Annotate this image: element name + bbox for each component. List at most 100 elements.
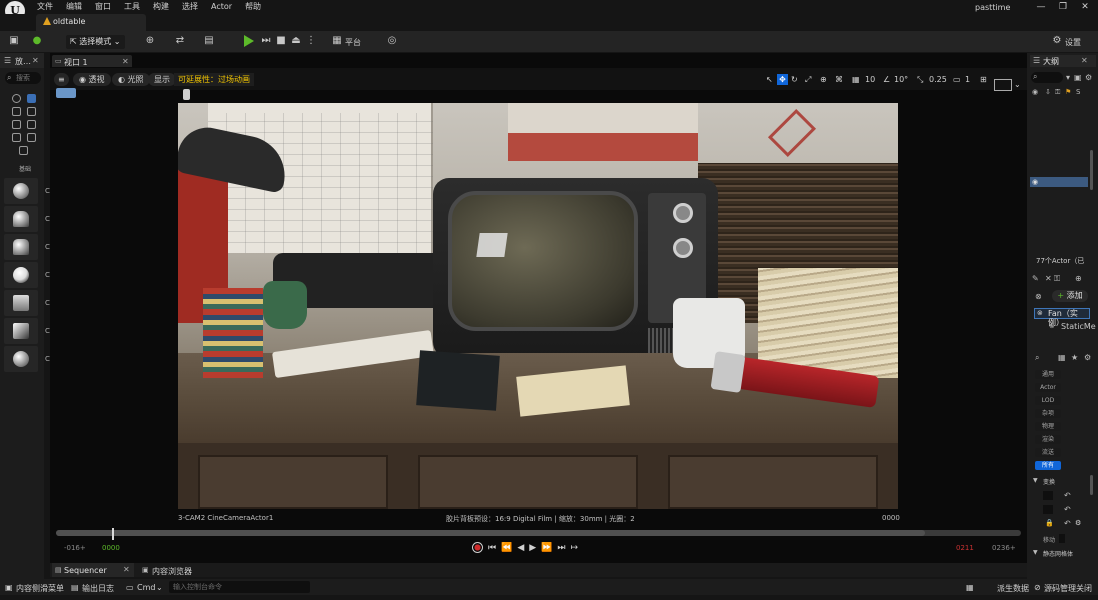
- add-folder-icon[interactable]: ▣: [1074, 73, 1082, 82]
- mobility-selector[interactable]: [1059, 534, 1065, 543]
- details-pencil-icon[interactable]: ✎: [1032, 274, 1039, 283]
- step-forward-icon[interactable]: ⏩: [541, 543, 552, 553]
- settings-button[interactable]: 设置: [1065, 37, 1081, 48]
- grid-snap-value[interactable]: 10: [865, 75, 875, 84]
- world-space-icon[interactable]: ⊕: [820, 75, 827, 84]
- viewport-layout-icon[interactable]: [994, 79, 1012, 91]
- visibility-icon[interactable]: ◉: [1032, 178, 1038, 186]
- place-actors-search[interactable]: ⌕ 搜索: [5, 72, 41, 84]
- stop-icon[interactable]: ■: [274, 35, 288, 47]
- cmd-dropdown[interactable]: Cmd: [137, 583, 155, 592]
- menu-actor[interactable]: Actor: [211, 1, 232, 13]
- menu-file[interactable]: 文件: [37, 1, 53, 13]
- outliner-selected-row[interactable]: [1030, 177, 1088, 187]
- expand-arrow-icon[interactable]: ▼: [1033, 549, 1038, 556]
- all-classes-category-icon[interactable]: [27, 133, 36, 142]
- geometry-category-icon[interactable]: [27, 120, 36, 129]
- outliner-search[interactable]: ⌕: [1031, 72, 1063, 83]
- platform-label[interactable]: 平台: [345, 37, 361, 48]
- favorite-star-icon[interactable]: ★: [1071, 353, 1078, 362]
- grid-view-icon[interactable]: ▦: [1058, 353, 1066, 362]
- source-control-button[interactable]: 源码管理关闭: [1044, 583, 1092, 594]
- scalability-warning[interactable]: 可延展性：过场动画: [174, 73, 254, 86]
- filter-all[interactable]: 所有: [1035, 461, 1061, 470]
- select-mode-dropdown[interactable]: ⇱ 选择模式 ⌄: [66, 35, 125, 49]
- source-control-icon[interactable]: ●: [30, 35, 44, 47]
- platform-icon[interactable]: ▦: [330, 35, 344, 47]
- play-icon[interactable]: [244, 35, 254, 47]
- scale-link-icon[interactable]: ⚙: [1075, 519, 1081, 527]
- add-content-icon[interactable]: ⊕: [143, 35, 157, 47]
- menu-edit[interactable]: 编辑: [66, 1, 82, 13]
- place-item-sphere[interactable]: [4, 346, 38, 372]
- place-item-point-light[interactable]: [4, 262, 38, 288]
- grid-snap-icon[interactable]: ▦: [852, 75, 860, 84]
- scale-snap-value[interactable]: 0.25: [929, 75, 947, 84]
- viewport-tab-close-icon[interactable]: ✕: [122, 57, 129, 66]
- loop-icon[interactable]: ↦: [571, 543, 579, 553]
- minimize-icon[interactable]: —: [1030, 2, 1052, 12]
- location-field[interactable]: [1043, 491, 1053, 500]
- eject-icon[interactable]: ⏏: [289, 35, 303, 47]
- reset-rotation-icon[interactable]: ↶: [1064, 505, 1071, 514]
- details-lock-icon[interactable]: ⚿: [1054, 274, 1060, 284]
- search-icon[interactable]: ⌕: [1035, 353, 1039, 363]
- jump-to-end-icon[interactable]: ⏭: [557, 543, 565, 553]
- console-command-input[interactable]: 输入控制台命令: [169, 581, 310, 593]
- scale-lock-icon[interactable]: 🔒: [1045, 519, 1054, 527]
- menu-window[interactable]: 窗口: [95, 1, 111, 13]
- filter-icon[interactable]: ▾: [1066, 73, 1070, 82]
- outliner-column-header[interactable]: S: [1076, 88, 1080, 96]
- visual-effects-category-icon[interactable]: [12, 120, 21, 129]
- menu-help[interactable]: 帮助: [245, 1, 261, 13]
- show-button[interactable]: 显示: [148, 73, 176, 86]
- surface-snap-icon[interactable]: ⌘: [835, 75, 843, 84]
- component-row-fan[interactable]: ⊗ Fan（实例）: [1034, 308, 1090, 327]
- record-icon[interactable]: [472, 542, 483, 553]
- rotation-field[interactable]: [1043, 505, 1053, 514]
- filter-rendering[interactable]: 渲染: [1035, 435, 1061, 444]
- pin-column-icon[interactable]: ⇩: [1045, 88, 1051, 96]
- reset-location-icon[interactable]: ↶: [1064, 491, 1071, 500]
- translate-tool-icon[interactable]: ✥: [777, 74, 788, 85]
- filter-actor[interactable]: Actor: [1035, 383, 1061, 392]
- blueprint-icon[interactable]: ⇄: [173, 35, 187, 47]
- sequencer-close-icon[interactable]: ✕: [123, 565, 130, 574]
- cinematics-icon[interactable]: ▤: [202, 35, 216, 47]
- outliner-scrollbar[interactable]: [1090, 150, 1093, 190]
- place-item-character[interactable]: [4, 206, 38, 232]
- jump-to-start-icon[interactable]: ⏮: [488, 543, 496, 553]
- place-item-actor[interactable]: [4, 178, 38, 204]
- outliner-close-icon[interactable]: ✕: [1081, 56, 1088, 65]
- reset-scale-icon[interactable]: ↶: [1064, 519, 1071, 528]
- cinematic-category-icon[interactable]: [27, 107, 36, 116]
- place-item-player-start[interactable]: [4, 290, 38, 316]
- gear-icon[interactable]: ⚙: [1050, 35, 1064, 47]
- component-row-static-mesh[interactable]: StaticMe: [1061, 322, 1096, 331]
- close-icon[interactable]: ✕: [1074, 2, 1096, 12]
- perspective-button[interactable]: ◉ 透视: [73, 73, 111, 86]
- shapes-category-icon[interactable]: [19, 146, 28, 155]
- menu-build[interactable]: 构建: [153, 1, 169, 13]
- add-component-button[interactable]: + 添加: [1052, 290, 1088, 302]
- chevron-down-icon[interactable]: ⌄: [1014, 80, 1021, 89]
- rotate-tool-icon[interactable]: ↻: [791, 75, 798, 84]
- timeline-end-marker[interactable]: 0211: [956, 544, 974, 552]
- left-tab-close-icon[interactable]: ✕: [32, 56, 39, 65]
- filter-misc[interactable]: 杂项: [1035, 409, 1061, 418]
- timeline-end[interactable]: 0236+: [992, 544, 1016, 552]
- place-item-pawn[interactable]: [4, 234, 38, 260]
- viewport-options-button[interactable]: ≡: [54, 73, 69, 86]
- rotation-snap-value[interactable]: 10°: [894, 75, 908, 84]
- restore-icon[interactable]: ❐: [1052, 2, 1074, 12]
- outliner-settings-icon[interactable]: ⚙: [1085, 73, 1092, 82]
- lit-button[interactable]: ◐ 光照: [112, 73, 150, 86]
- timeline-playhead[interactable]: [112, 528, 114, 540]
- filter-streaming[interactable]: 流送: [1035, 448, 1061, 457]
- derived-data-button[interactable]: 派生数据: [997, 583, 1029, 594]
- place-item-cube[interactable]: [4, 318, 38, 344]
- menu-select[interactable]: 选择: [182, 1, 198, 13]
- transform-section-label[interactable]: 变换: [1043, 477, 1055, 486]
- tab-content-browser[interactable]: 内容浏览器: [152, 566, 192, 577]
- timeline-current-frame[interactable]: 0000: [102, 544, 120, 552]
